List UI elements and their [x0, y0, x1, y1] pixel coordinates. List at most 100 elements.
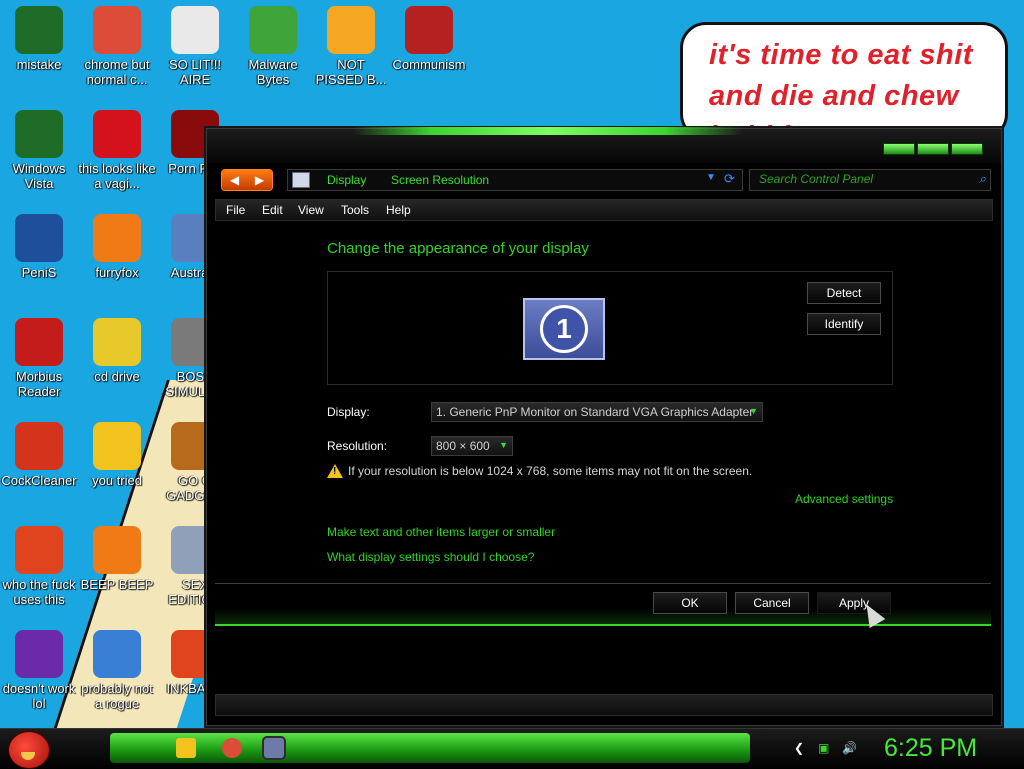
explorer-folder-icon[interactable]: [176, 738, 196, 758]
advanced-settings-link[interactable]: Advanced settings: [795, 492, 893, 506]
menu-view[interactable]: View: [298, 203, 324, 217]
desktop-icon[interactable]: SO LIT!!! AIRE: [156, 0, 234, 87]
identify-button[interactable]: Identify: [807, 313, 881, 335]
network-icon[interactable]: ▣: [818, 741, 829, 755]
clock[interactable]: 6:25 PM: [884, 734, 977, 763]
search-input[interactable]: [759, 172, 959, 186]
desktop-icon[interactable]: mistake: [0, 0, 78, 72]
gears-icon: [93, 630, 141, 678]
breadcrumb-screen-resolution[interactable]: Screen Resolution: [391, 173, 489, 187]
desktop-icon-label: NOT PISSED B...: [315, 57, 387, 87]
desktop-icon-label: Morbius Reader: [15, 369, 63, 399]
show-hidden-icons-icon[interactable]: ❮: [794, 741, 804, 755]
desktop-icon-label: who the fuck uses this: [2, 577, 76, 607]
chevron-down-icon: ▼: [499, 440, 508, 450]
desktop-icon[interactable]: chrome but normal c...: [78, 0, 156, 87]
window-caption-buttons: [883, 143, 983, 155]
display-monitor-icon: [292, 172, 310, 188]
start-button-angry-bird-icon[interactable]: [8, 731, 50, 769]
menu-tools[interactable]: Tools: [341, 203, 369, 217]
desktop-icon[interactable]: Malware Bytes: [234, 0, 312, 87]
desktop-icon[interactable]: Windows Vista: [0, 104, 78, 191]
yahoo-messenger-icon: [15, 630, 63, 678]
pdf-reader-icon: [15, 318, 63, 366]
desktop-icon[interactable]: PeniS: [0, 208, 78, 280]
monitor-number: 1: [540, 305, 588, 353]
chrome-icon: [93, 6, 141, 54]
menu-help[interactable]: Help: [386, 203, 411, 217]
desktop-icon-label: doesn't work lol: [2, 681, 76, 711]
monitor-1-icon[interactable]: 1: [523, 298, 605, 360]
desktop-icon[interactable]: this looks like a vagi...: [78, 104, 156, 191]
desktop-icon[interactable]: who the fuck uses this: [0, 520, 78, 607]
forward-arrow-icon[interactable]: ▶: [247, 170, 272, 190]
monitor-preview-panel: 1 Detect Identify: [327, 271, 893, 385]
nav-buttons: ◀ ▶: [221, 169, 273, 191]
address-bar[interactable]: Display Screen Resolution ▼ ⟳: [287, 169, 743, 191]
photoshop-icon: [15, 214, 63, 262]
recycle-bin-icon: [15, 110, 63, 158]
solitaire-icon: [171, 6, 219, 54]
desktop-icon-label: probably not a rogue: [81, 681, 153, 711]
cd-drive-icon: [93, 318, 141, 366]
menu-file[interactable]: File: [226, 203, 245, 217]
desktop-icon[interactable]: BEEP BEEP: [78, 520, 156, 592]
desktop-icon-label: CockCleaner: [1, 473, 77, 488]
resolution-select[interactable]: 800 × 600 ▼: [431, 436, 513, 456]
control-panel-window: ◀ ▶ Display Screen Resolution ▼ ⟳ ⌕ File…: [206, 127, 1002, 726]
ccleaner-icon: [15, 422, 63, 470]
desktop-icon[interactable]: CockCleaner: [0, 416, 78, 488]
maximize-button[interactable]: [917, 143, 949, 155]
desktop-icon[interactable]: probably not a rogue: [78, 624, 156, 711]
search-box: ⌕: [749, 169, 991, 191]
desktop-icon[interactable]: cd drive: [78, 312, 156, 384]
mistake-icon: [15, 6, 63, 54]
ok-button[interactable]: OK: [653, 592, 727, 614]
desktop-icon[interactable]: NOT PISSED B...: [312, 0, 390, 87]
desktop-icon-label: BEEP BEEP: [80, 577, 154, 592]
opera-icon: [93, 110, 141, 158]
minimize-button[interactable]: [883, 143, 915, 155]
speech-bubble-text: it's time to eat shit and die and chew b…: [709, 39, 973, 137]
firefox-icon: [93, 214, 141, 262]
vlc-icon: [93, 526, 141, 574]
desktop-icon-label: you tried: [92, 473, 142, 488]
search-icon[interactable]: ⌕: [979, 171, 986, 187]
text-size-link[interactable]: Make text and other items larger or smal…: [327, 525, 555, 539]
volume-icon[interactable]: 🔊: [842, 741, 857, 755]
menu-edit[interactable]: Edit: [262, 203, 283, 217]
breadcrumb-display[interactable]: Display: [327, 173, 366, 187]
desktop-icon[interactable]: Morbius Reader: [0, 312, 78, 399]
angry-birds-pig-icon: [327, 6, 375, 54]
control-panel-taskbar-icon[interactable]: [262, 736, 286, 760]
resolution-select-value: 800 × 600: [436, 439, 490, 453]
desktop-icon[interactable]: you tried: [78, 416, 156, 488]
taskbar-glow: [110, 733, 750, 763]
refresh-icon[interactable]: ⟳: [724, 171, 735, 187]
chevron-down-icon: ▼: [749, 406, 758, 416]
taskbar: ❮ ▣ 🔊 6:25 PM: [0, 728, 1024, 769]
resolution-label: Resolution:: [327, 439, 388, 453]
menu-bar: File Edit View Tools Help: [215, 199, 993, 221]
address-dropdown-icon[interactable]: ▼: [706, 172, 716, 183]
warning-icon: !: [327, 464, 343, 478]
display-settings-help-link[interactable]: What display settings should I choose?: [327, 550, 534, 564]
title-glow-accent: [353, 127, 743, 135]
speech-bubble: it's time to eat shit and die and chew b…: [680, 22, 1008, 140]
desktop-icon[interactable]: Communism: [390, 0, 468, 72]
status-bar: [215, 694, 993, 716]
display-select[interactable]: 1. Generic PnP Monitor on Standard VGA G…: [431, 402, 763, 422]
desktop-icon[interactable]: doesn't work lol: [0, 624, 78, 711]
warning-text: If your resolution is below 1024 x 768, …: [348, 464, 753, 478]
detect-button[interactable]: Detect: [807, 282, 881, 304]
display-label: Display:: [327, 405, 370, 419]
malwarebytes-icon: [249, 6, 297, 54]
desktop-icon-label: SO LIT!!! AIRE: [168, 57, 221, 87]
chrome-taskbar-icon[interactable]: [222, 738, 242, 758]
cancel-button[interactable]: Cancel: [735, 592, 809, 614]
communism-icon: [405, 6, 453, 54]
close-button[interactable]: [951, 143, 983, 155]
desktop-icon[interactable]: furryfox: [78, 208, 156, 280]
desktop-icon-label: Malware Bytes: [248, 57, 298, 87]
back-arrow-icon[interactable]: ◀: [222, 170, 247, 190]
